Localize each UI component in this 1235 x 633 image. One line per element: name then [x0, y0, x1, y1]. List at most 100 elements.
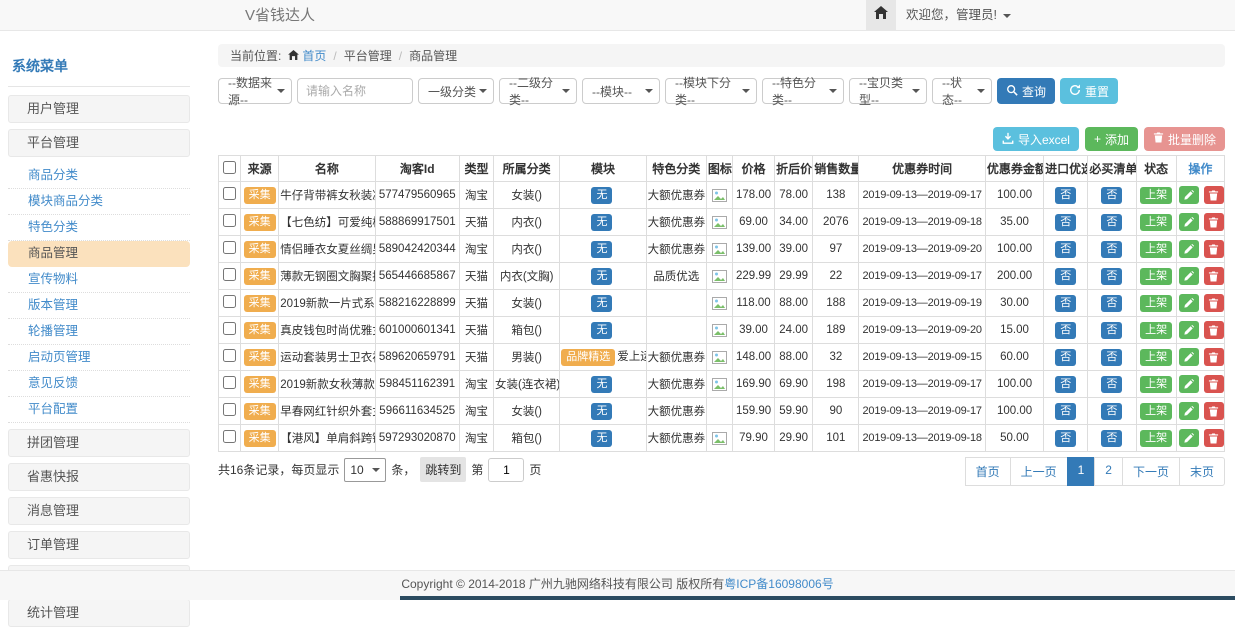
delete-button[interactable]: [1204, 348, 1224, 366]
edit-button[interactable]: [1179, 429, 1199, 447]
filter-select-data-source[interactable]: --数据来源--: [218, 78, 292, 104]
must-buy-toggle-badge[interactable]: 否: [1101, 187, 1122, 204]
page-number-input[interactable]: [488, 458, 524, 482]
batch-delete-button[interactable]: 批量删除: [1144, 127, 1225, 151]
sidebar-item[interactable]: 特色分类: [8, 215, 190, 241]
row-checkbox[interactable]: [223, 187, 236, 200]
filter-select-item-type[interactable]: --宝贝类型--: [849, 78, 927, 104]
imported-toggle-badge[interactable]: 否: [1055, 187, 1076, 204]
row-checkbox[interactable]: [223, 430, 236, 443]
sidebar-group-platform[interactable]: 平台管理: [8, 129, 190, 157]
sidebar-group-users[interactable]: 用户管理: [8, 95, 190, 123]
edit-button[interactable]: [1179, 321, 1199, 339]
imported-toggle-badge[interactable]: 否: [1055, 295, 1076, 312]
status-badge[interactable]: 上架: [1140, 241, 1172, 258]
filter-select-module-subcategory[interactable]: --模块下分类--: [665, 78, 757, 104]
imported-toggle-badge[interactable]: 否: [1055, 322, 1076, 339]
select-all-checkbox[interactable]: [223, 161, 236, 174]
status-badge[interactable]: 上架: [1140, 403, 1172, 420]
edit-button[interactable]: [1179, 186, 1199, 204]
page-button[interactable]: 上一页: [1010, 457, 1068, 486]
delete-button[interactable]: [1204, 375, 1224, 393]
filter-select-module[interactable]: --模块--: [582, 78, 660, 104]
page-button[interactable]: 末页: [1179, 457, 1225, 486]
must-buy-toggle-badge[interactable]: 否: [1101, 430, 1122, 447]
user-menu[interactable]: 欢迎您，管理员!: [906, 0, 1011, 31]
sidebar-item[interactable]: 模块商品分类: [8, 189, 190, 215]
must-buy-toggle-badge[interactable]: 否: [1101, 349, 1122, 366]
sidebar-item[interactable]: 商品管理: [8, 241, 190, 267]
delete-button[interactable]: [1204, 321, 1224, 339]
sidebar-item[interactable]: 启动页管理: [8, 345, 190, 371]
page-size-select[interactable]: 10: [344, 458, 386, 482]
sidebar-item[interactable]: 商品分类: [8, 163, 190, 189]
delete-button[interactable]: [1204, 294, 1224, 312]
status-badge[interactable]: 上架: [1140, 268, 1172, 285]
status-badge[interactable]: 上架: [1140, 295, 1172, 312]
filter-select-level1-category[interactable]: 一级分类: [418, 78, 494, 104]
add-button[interactable]: + 添加: [1085, 127, 1138, 151]
edit-button[interactable]: [1179, 348, 1199, 366]
status-badge[interactable]: 上架: [1140, 214, 1172, 231]
edit-button[interactable]: [1179, 402, 1199, 420]
sidebar-group[interactable]: 订单管理: [8, 531, 190, 559]
sidebar-item[interactable]: 版本管理: [8, 293, 190, 319]
row-checkbox[interactable]: [223, 349, 236, 362]
row-checkbox[interactable]: [223, 268, 236, 281]
page-button[interactable]: 2: [1094, 457, 1123, 486]
status-badge[interactable]: 上架: [1140, 322, 1172, 339]
sidebar-group[interactable]: 统计管理: [8, 599, 190, 627]
filter-select-status[interactable]: --状态--: [932, 78, 992, 104]
import-excel-button[interactable]: 导入excel: [993, 127, 1079, 151]
page-button[interactable]: 下一页: [1122, 457, 1180, 486]
breadcrumb-home-link[interactable]: 首页: [288, 47, 326, 64]
must-buy-toggle-badge[interactable]: 否: [1101, 241, 1122, 258]
sidebar-item[interactable]: 平台配置: [8, 397, 190, 423]
edit-button[interactable]: [1179, 213, 1199, 231]
imported-toggle-badge[interactable]: 否: [1055, 376, 1076, 393]
imported-toggle-badge[interactable]: 否: [1055, 430, 1076, 447]
home-button[interactable]: [866, 0, 896, 30]
sidebar-item[interactable]: 意见反馈: [8, 371, 190, 397]
delete-button[interactable]: [1204, 186, 1224, 204]
imported-toggle-badge[interactable]: 否: [1055, 241, 1076, 258]
must-buy-toggle-badge[interactable]: 否: [1101, 214, 1122, 231]
imported-toggle-badge[interactable]: 否: [1055, 403, 1076, 420]
delete-button[interactable]: [1204, 213, 1224, 231]
imported-toggle-badge[interactable]: 否: [1055, 214, 1076, 231]
filter-select-level2-category[interactable]: --二级分类--: [499, 78, 577, 104]
must-buy-toggle-badge[interactable]: 否: [1101, 376, 1122, 393]
filter-select-feature-category[interactable]: --特色分类--: [762, 78, 844, 104]
must-buy-toggle-badge[interactable]: 否: [1101, 403, 1122, 420]
name-search-input[interactable]: [297, 78, 413, 104]
page-button[interactable]: 1: [1067, 457, 1096, 486]
row-checkbox[interactable]: [223, 214, 236, 227]
jump-button[interactable]: 跳转到: [420, 457, 466, 482]
status-badge[interactable]: 上架: [1140, 376, 1172, 393]
sidebar-group[interactable]: 省惠快报: [8, 463, 190, 491]
search-button[interactable]: 查询: [997, 78, 1055, 104]
must-buy-toggle-badge[interactable]: 否: [1101, 295, 1122, 312]
status-badge[interactable]: 上架: [1140, 349, 1172, 366]
edit-button[interactable]: [1179, 375, 1199, 393]
imported-toggle-badge[interactable]: 否: [1055, 349, 1076, 366]
row-checkbox[interactable]: [223, 376, 236, 389]
icp-link[interactable]: 粤ICP备16098006号: [724, 577, 833, 591]
sidebar-item[interactable]: 轮播管理: [8, 319, 190, 345]
page-button[interactable]: 首页: [965, 457, 1011, 486]
must-buy-toggle-badge[interactable]: 否: [1101, 268, 1122, 285]
row-checkbox[interactable]: [223, 241, 236, 254]
row-checkbox[interactable]: [223, 295, 236, 308]
delete-button[interactable]: [1204, 240, 1224, 258]
reset-button[interactable]: 重置: [1060, 78, 1118, 104]
sidebar-group[interactable]: 拼团管理: [8, 429, 190, 457]
row-checkbox[interactable]: [223, 322, 236, 335]
must-buy-toggle-badge[interactable]: 否: [1101, 322, 1122, 339]
delete-button[interactable]: [1204, 267, 1224, 285]
delete-button[interactable]: [1204, 429, 1224, 447]
delete-button[interactable]: [1204, 402, 1224, 420]
imported-toggle-badge[interactable]: 否: [1055, 268, 1076, 285]
edit-button[interactable]: [1179, 294, 1199, 312]
sidebar-group[interactable]: 消息管理: [8, 497, 190, 525]
row-checkbox[interactable]: [223, 403, 236, 416]
